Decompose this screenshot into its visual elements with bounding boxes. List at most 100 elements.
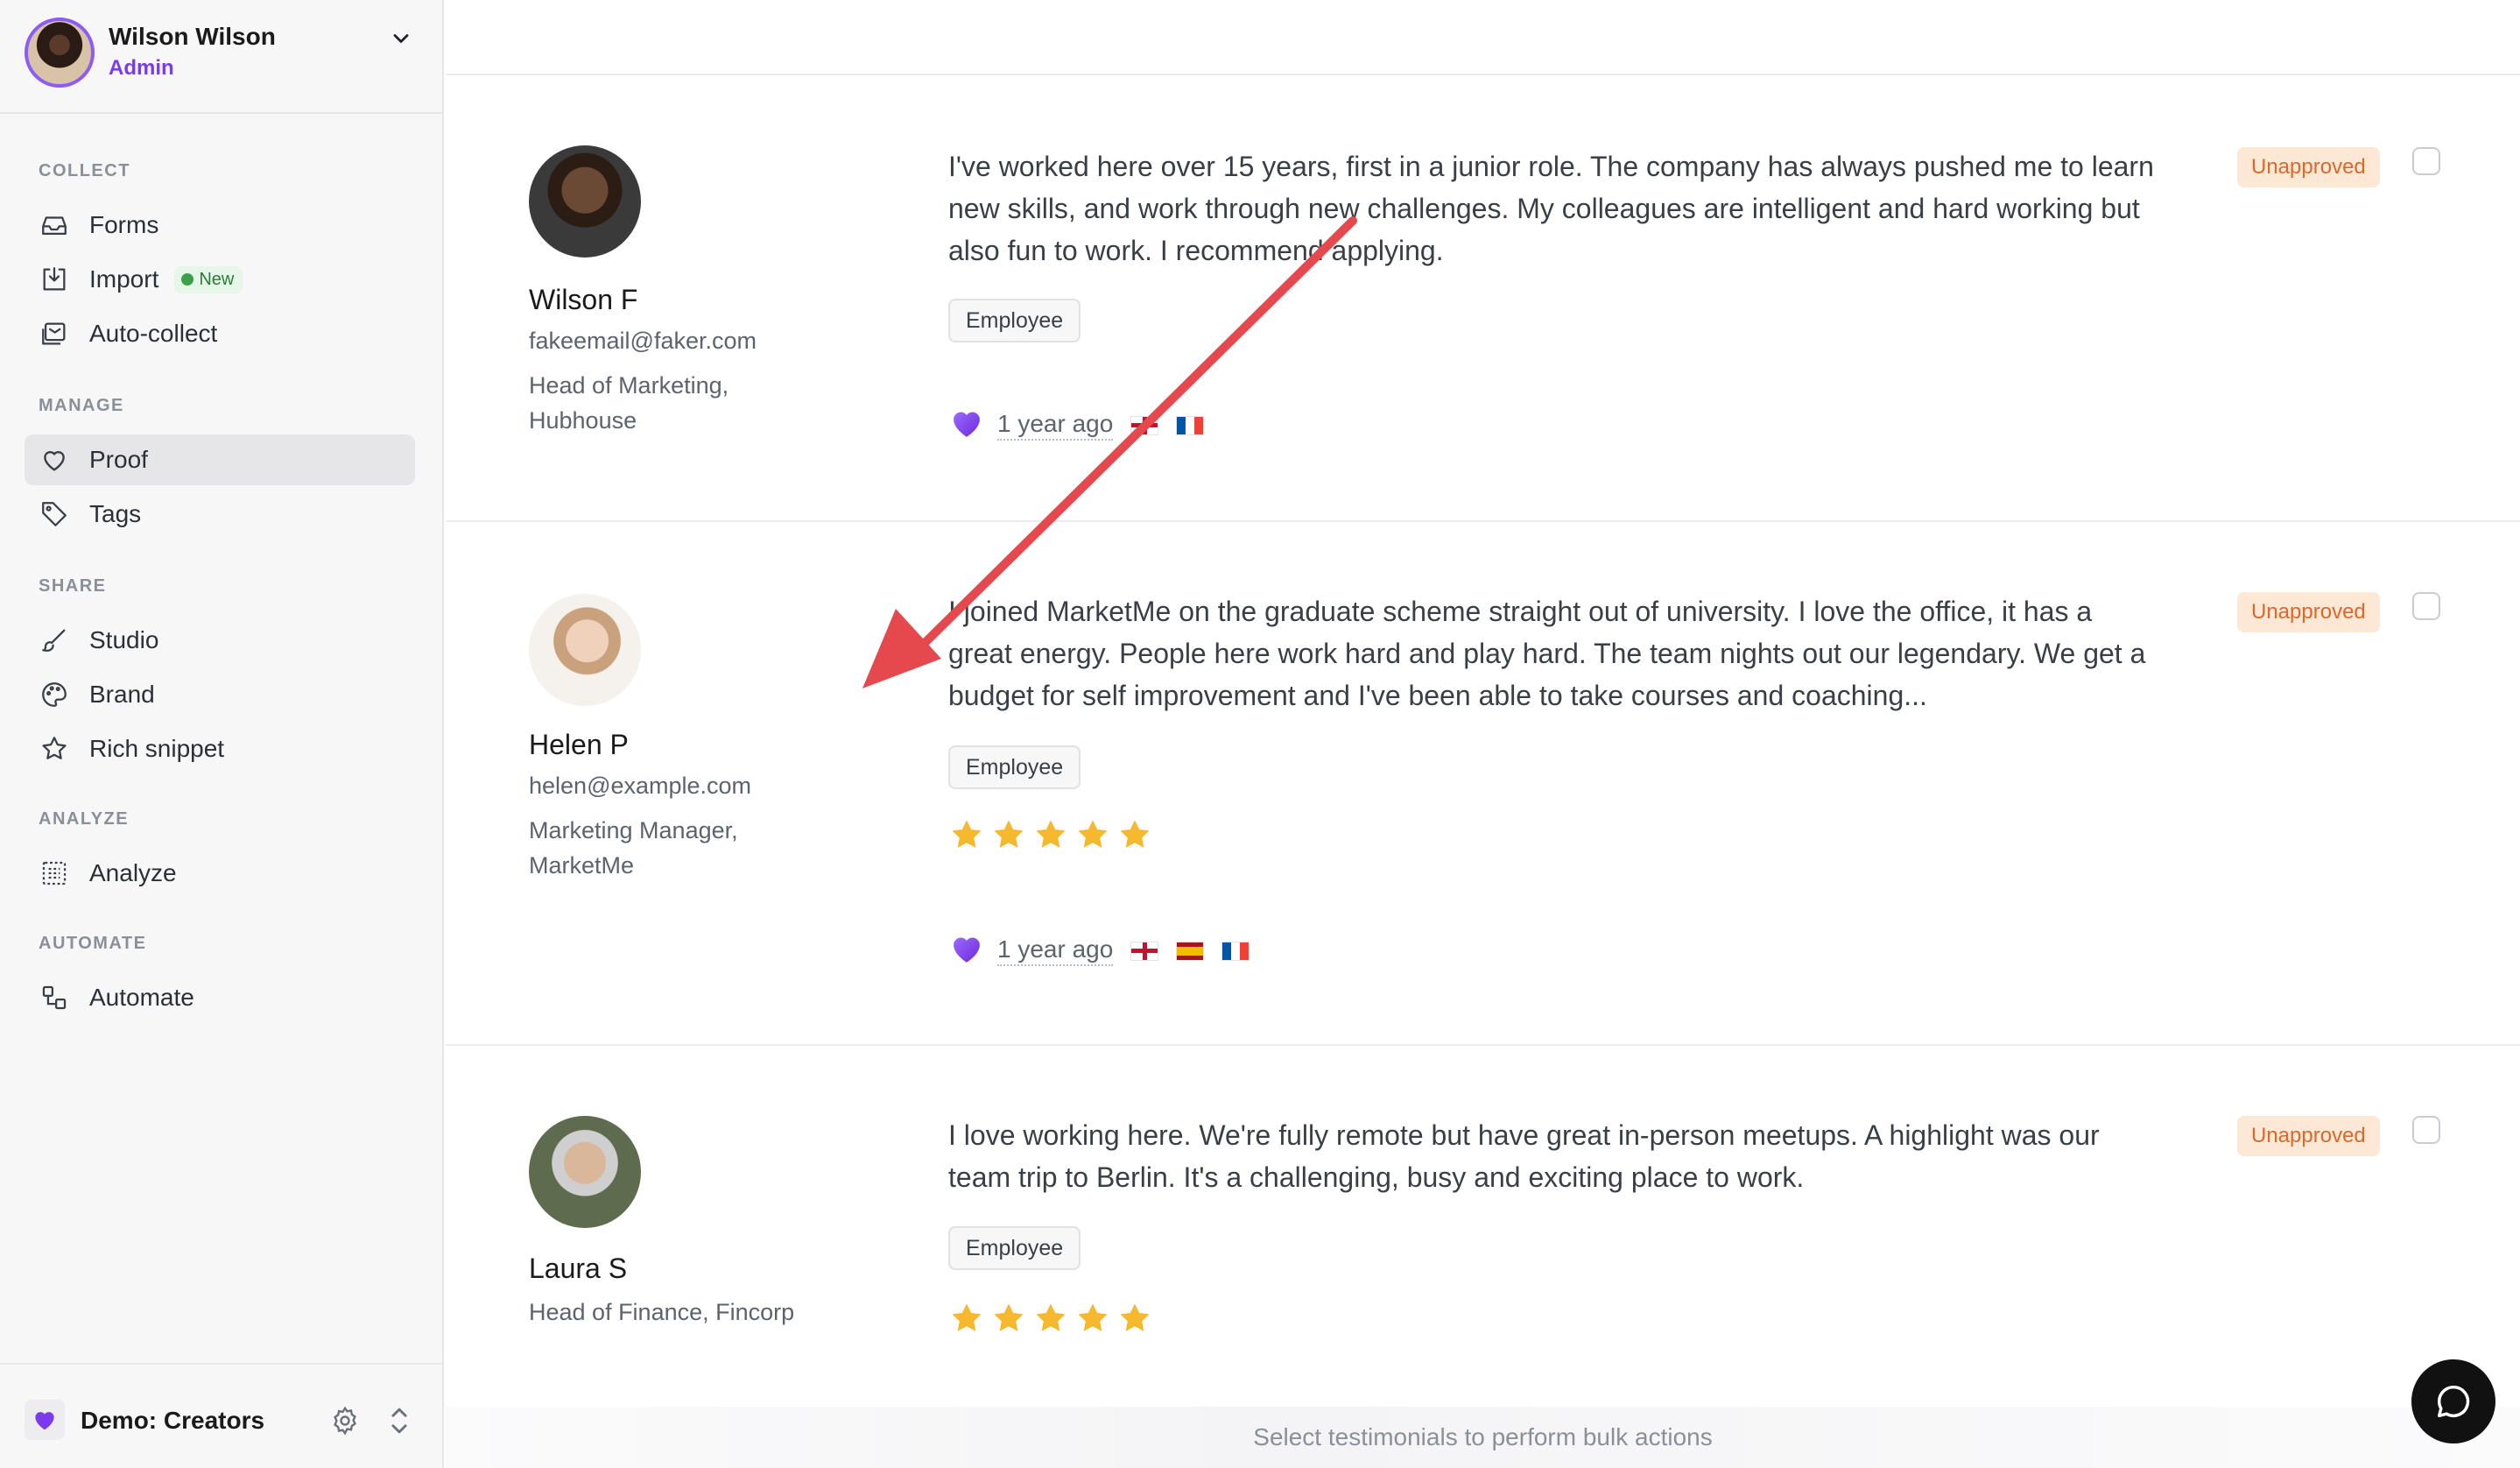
star-rating [948, 1300, 1153, 1337]
sidebar-item-label: Proof [89, 446, 148, 473]
workspace-switcher[interactable]: Demo: Creators [0, 1363, 444, 1468]
timestamp[interactable]: 1 year ago [997, 410, 1114, 441]
section-label-automate: AUTOMATE [39, 934, 147, 953]
spain-flag-icon [1176, 941, 1205, 961]
select-checkbox[interactable] [2412, 147, 2440, 175]
workspace-heart-icon [25, 1400, 65, 1440]
author-title: Marketing Manager, MarketMe [529, 817, 738, 879]
tag-chip[interactable]: Employee [948, 1226, 1081, 1270]
star-rating [948, 816, 1153, 853]
star-icon [1078, 1303, 1108, 1331]
chat-bubble-icon [2437, 1385, 2470, 1418]
section-label-manage: MANAGE [39, 396, 124, 415]
chevron-up-down-icon[interactable] [385, 1403, 413, 1438]
heart-icon [948, 405, 985, 446]
inbox-icon [39, 209, 70, 241]
sidebar-item-brand[interactable]: Brand [25, 669, 415, 720]
star-icon [952, 1303, 982, 1331]
star-icon [1036, 820, 1066, 848]
timestamp[interactable]: 1 year ago [997, 935, 1114, 966]
user-name: Wilson Wilson [109, 23, 276, 50]
section-label-share: SHARE [39, 576, 107, 596]
sidebar-item-label: Analyze [89, 859, 177, 886]
testimonial-card[interactable]: Helen P helen@example.com Marketing Mana… [446, 522, 2520, 1046]
england-flag-icon [1130, 415, 1159, 435]
automate-icon [39, 982, 70, 1013]
testimonial-text: I love working here. We're fully remote … [948, 1119, 2100, 1193]
palette-icon [39, 679, 70, 710]
tag-chip[interactable]: Employee [948, 299, 1081, 342]
sidebar-item-label: Studio [89, 626, 159, 653]
star-icon [994, 1303, 1024, 1331]
sidebar-item-label: Rich snippet [89, 735, 225, 762]
auto-collect-icon [39, 318, 70, 349]
testimonial-meta: 1 year ago [948, 930, 1250, 971]
select-checkbox[interactable] [2412, 1116, 2440, 1144]
testimonial-text: I joined MarketMe on the graduate scheme… [948, 596, 2146, 711]
user-menu[interactable]: Wilson Wilson Admin [0, 0, 444, 114]
sidebar-item-forms[interactable]: Forms [25, 200, 415, 251]
sidebar-item-label: Auto-collect [89, 320, 218, 347]
top-bar [446, 0, 2520, 75]
star-icon [1120, 820, 1150, 848]
bulk-actions-bar: Select testimonials to perform bulk acti… [446, 1407, 2520, 1468]
sidebar-item-automate[interactable]: Automate [25, 972, 415, 1023]
avatar [25, 18, 95, 88]
tag-chip[interactable]: Employee [948, 745, 1081, 789]
star-icon [1078, 820, 1108, 848]
author-name: Helen P [529, 729, 629, 760]
sidebar-item-rich-snippet[interactable]: Rich snippet [25, 723, 415, 774]
sidebar-item-analyze[interactable]: Analyze [25, 848, 415, 899]
analyze-icon [39, 858, 70, 889]
main-content: Wilson F fakeemail@faker.com Head of Mar… [446, 0, 2520, 1468]
sidebar-item-proof[interactable]: Proof [25, 434, 415, 485]
sidebar-item-studio[interactable]: Studio [25, 615, 415, 666]
testimonial-text: I've worked here over 15 years, first in… [948, 151, 2154, 266]
bulk-actions-hint: Select testimonials to perform bulk acti… [1253, 1423, 1713, 1450]
sidebar-item-tags[interactable]: Tags [25, 489, 415, 540]
avatar [529, 594, 641, 706]
select-checkbox[interactable] [2412, 592, 2440, 620]
avatar [529, 145, 641, 258]
section-label-analyze: ANALYZE [39, 809, 130, 829]
sidebar-item-auto-collect[interactable]: Auto-collect [25, 308, 415, 359]
england-flag-icon [1130, 941, 1159, 961]
author-title: Head of Finance, Fincorp [529, 1299, 795, 1325]
heart-outline-icon [39, 444, 70, 476]
sidebar-item-label: Automate [89, 984, 194, 1011]
author-email: fakeemail@faker.com [529, 328, 757, 354]
testimonial-card[interactable]: Wilson F fakeemail@faker.com Head of Mar… [446, 77, 2520, 522]
chevron-down-icon[interactable] [389, 26, 413, 51]
tag-icon [39, 498, 70, 530]
star-icon [952, 820, 982, 848]
chat-launcher-button[interactable] [2411, 1359, 2495, 1443]
testimonial-card[interactable]: Laura S Head of Finance, Fincorp I love … [446, 1046, 2520, 1468]
avatar [529, 1116, 641, 1228]
globe-icon [181, 273, 194, 286]
sidebar-item-label: Brand [89, 681, 155, 708]
status-badge[interactable]: Unapproved [2237, 592, 2380, 632]
testimonial-meta: 1 year ago [948, 405, 1205, 446]
brush-icon [39, 625, 70, 656]
star-icon [994, 820, 1024, 848]
new-badge-label: New [199, 269, 235, 289]
import-icon [39, 264, 70, 295]
author-title: Head of Marketing, Hubhouse [529, 372, 729, 434]
heart-icon [948, 930, 985, 971]
status-badge[interactable]: Unapproved [2237, 1116, 2380, 1156]
workspace-name: Demo: Creators [81, 1407, 265, 1434]
star-icon [1120, 1303, 1150, 1331]
gear-icon[interactable] [329, 1405, 361, 1436]
star-outline-icon [39, 733, 70, 765]
sidebar-item-label: Tags [89, 500, 142, 527]
author-name: Wilson F [529, 284, 638, 315]
sidebar-item-label: Forms [89, 211, 159, 238]
france-flag-icon [1176, 415, 1205, 435]
new-badge: New [174, 265, 243, 293]
france-flag-icon [1221, 941, 1250, 961]
author-name: Laura S [529, 1253, 628, 1284]
status-badge[interactable]: Unapproved [2237, 147, 2380, 187]
sidebar-item-import[interactable]: Import New [25, 254, 415, 305]
sidebar-item-label: Import [89, 265, 159, 293]
author-email: helen@example.com [529, 773, 752, 799]
